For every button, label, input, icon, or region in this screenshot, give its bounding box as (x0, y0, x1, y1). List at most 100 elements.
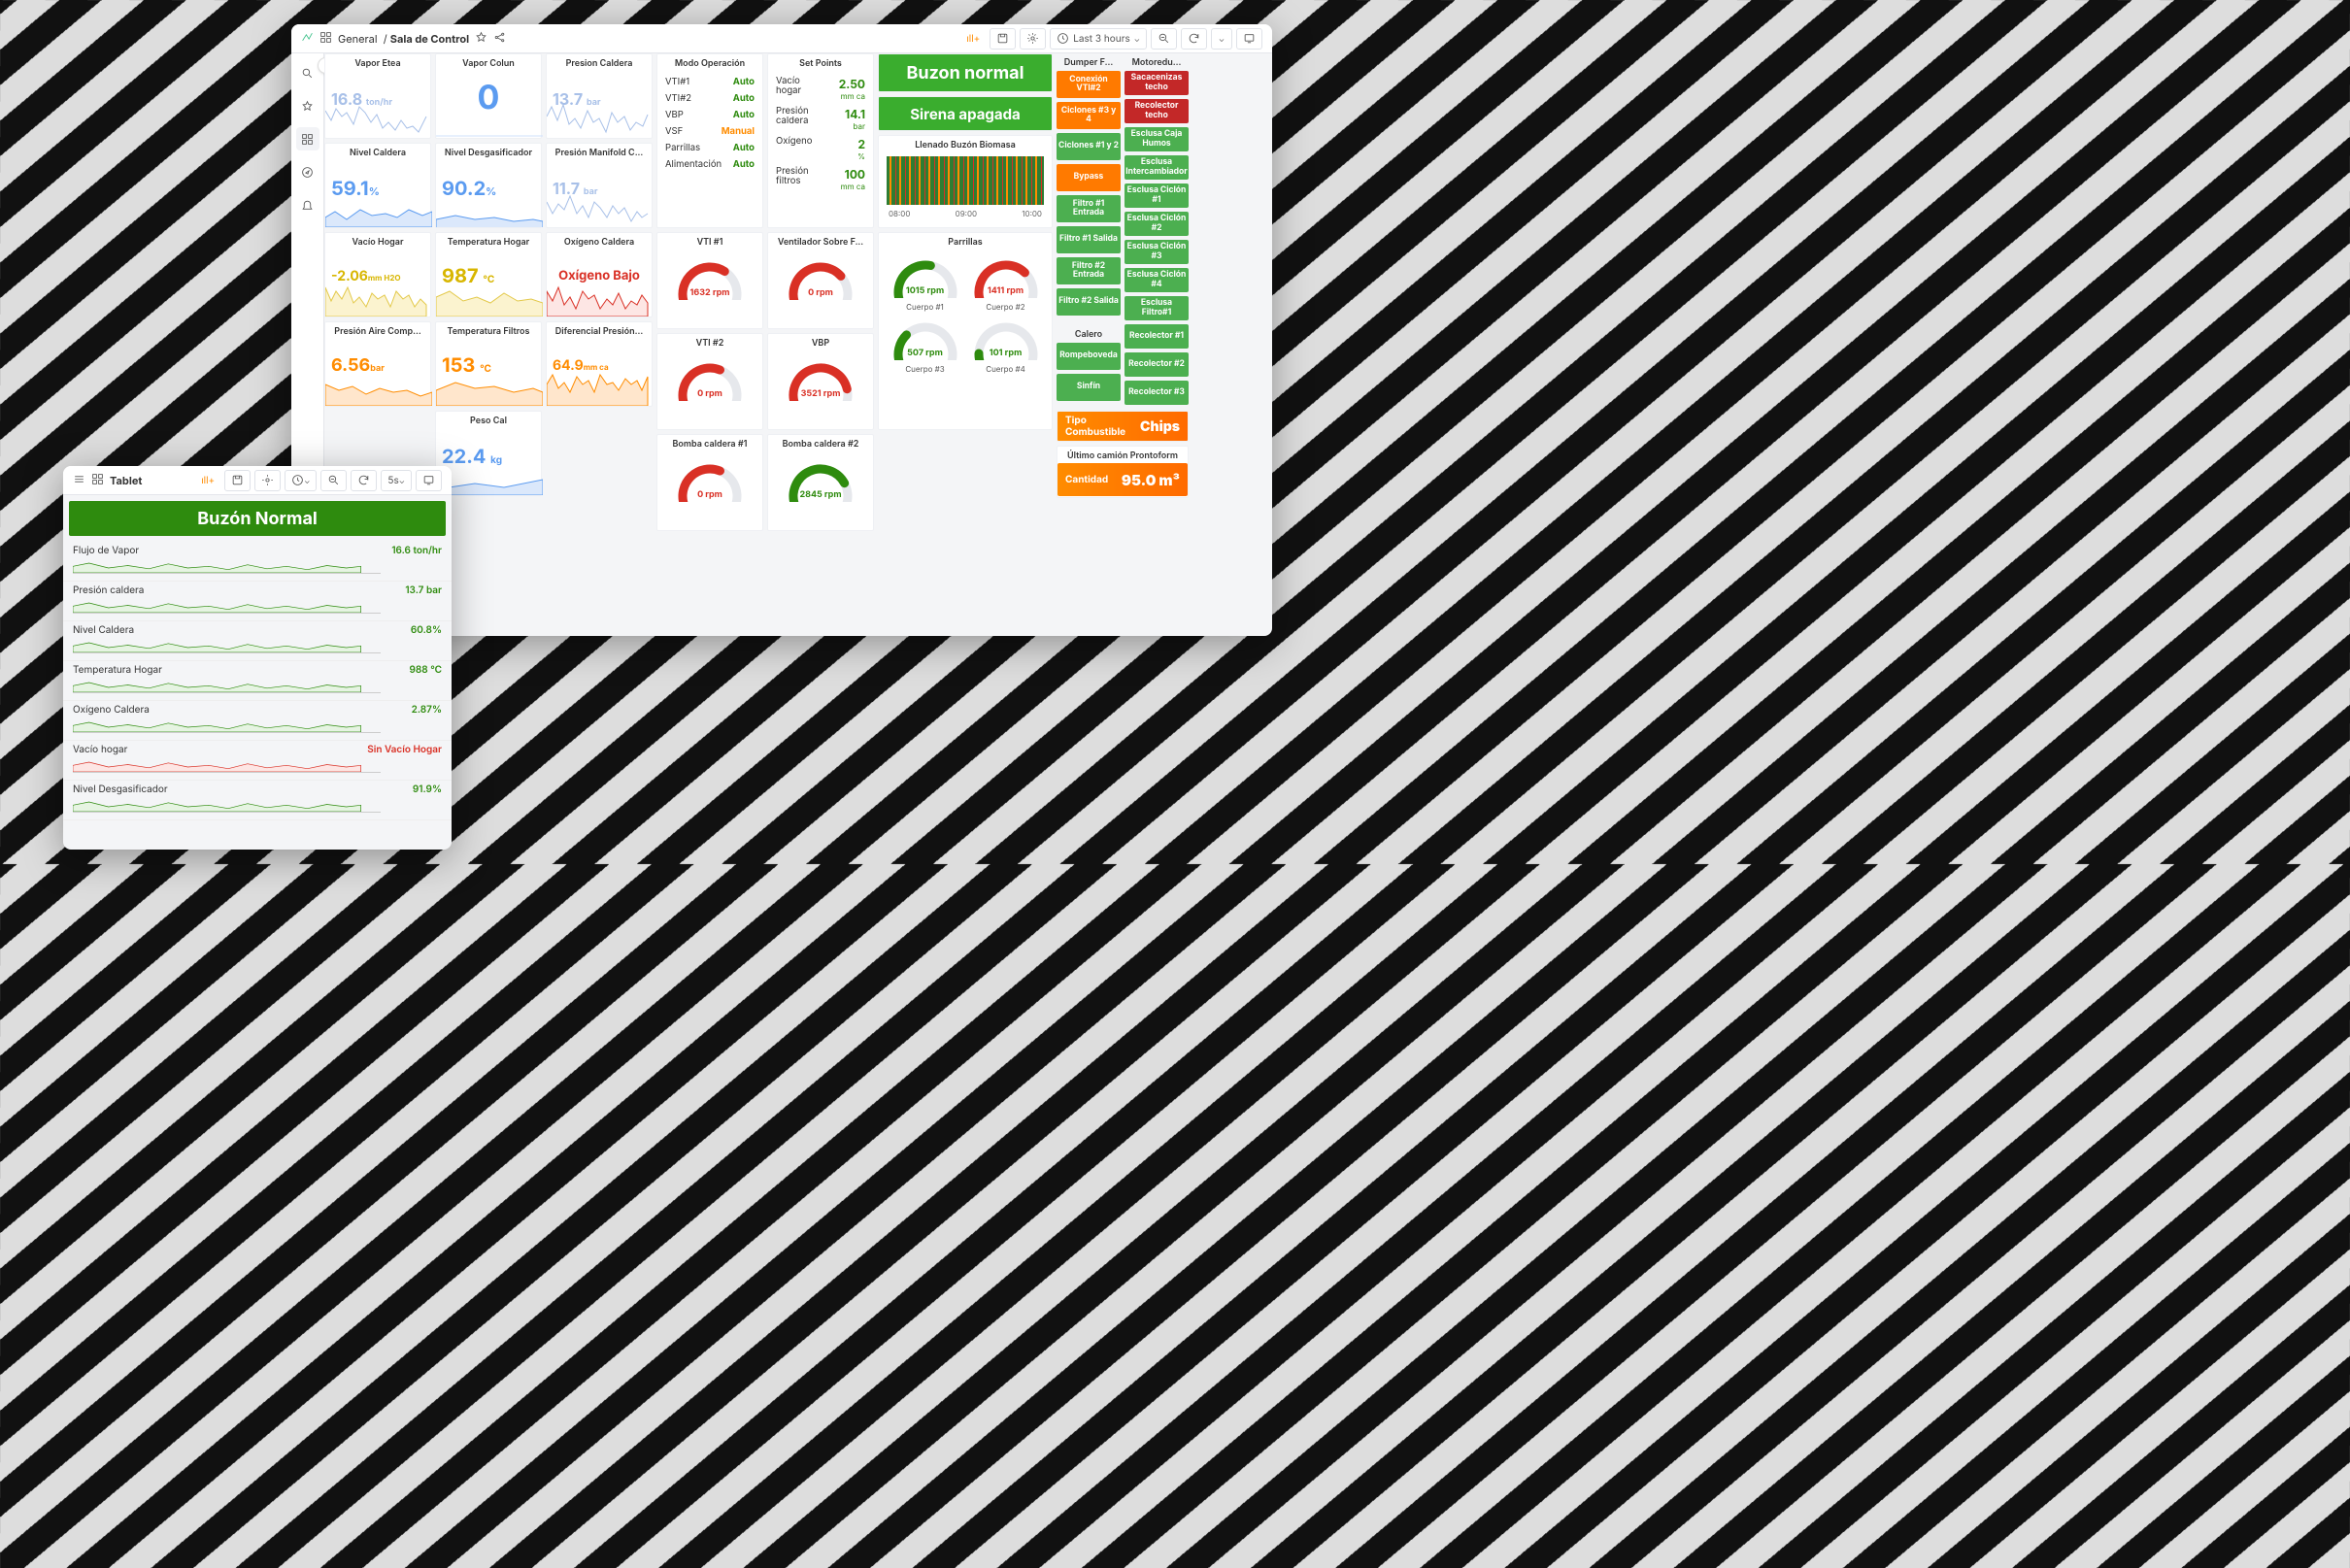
status-tile[interactable]: Filtro #1 Salida (1057, 226, 1121, 253)
panel-diferencial-presion[interactable]: Diferencial Presión... 64.9mm ca (546, 321, 653, 407)
nav-alerting-icon[interactable] (296, 193, 319, 217)
panel-title: Nivel Desgasificador (436, 144, 541, 160)
panel-gauge-vti2[interactable]: VTI #2 0 rpm (656, 333, 763, 430)
panel-presion-aire[interactable]: Presión Aire Comp... 6.56bar (324, 321, 431, 407)
kiosk-icon[interactable] (1236, 28, 1262, 50)
status-tile[interactable]: Rompeboveda (1057, 343, 1121, 370)
status-tile[interactable]: Conexión VTI#2 (1057, 71, 1121, 98)
panel-parrillas[interactable]: Parrillas 1015 rpmCuerpo #11411 rpmCuerp… (878, 232, 1053, 430)
panel-title: Presion Caldera (547, 54, 652, 71)
panel-title: Vacío Hogar (325, 233, 430, 250)
biomasa-heatmap (887, 156, 1044, 205)
modo-row: VTI#1Auto (665, 74, 755, 90)
status-tile[interactable]: Ciclones #3 y 4 (1057, 102, 1121, 129)
status-tile[interactable]: Recolector #3 (1125, 381, 1189, 405)
status-tile[interactable]: Sinfín (1057, 374, 1121, 401)
breadcrumb[interactable]: General / Sala de Control (338, 32, 469, 46)
tablet-metric-row[interactable]: Nivel Caldera60.8% (63, 621, 452, 661)
time-picker[interactable]: Last 3 hours ⌄ (1050, 28, 1147, 50)
tablet-metric-row[interactable]: Presión caldera13.7 bar (63, 582, 452, 621)
zoom-out-icon[interactable] (320, 470, 347, 491)
panel-temp-hogar[interactable]: Temperatura Hogar 987 °C (435, 232, 542, 317)
status-tile[interactable]: Recolector #2 (1125, 352, 1189, 377)
status-tile[interactable]: Filtro #2 Entrada (1057, 257, 1121, 284)
refresh-interval[interactable]: 5s ⌄ (381, 470, 412, 491)
panel-nivel-desgasificador[interactable]: Nivel Desgasificador 90.2% (435, 143, 542, 228)
tablet-breadcrumb[interactable]: Tablet (110, 474, 142, 487)
time-picker[interactable]: ⌄ (285, 470, 317, 491)
panel-title: Presión Aire Comp... (325, 322, 430, 339)
status-tile[interactable]: Esclusa Ciclón #1 (1125, 183, 1189, 208)
gauge: 1632 rpm (675, 255, 745, 300)
status-tile[interactable]: Esclusa Ciclón #3 (1125, 240, 1189, 264)
status-tile[interactable]: Filtro #2 Salida (1057, 288, 1121, 316)
tablet-metrics-list: Flujo de Vapor16.6 ton/hrPresión caldera… (63, 542, 452, 820)
panel-gauge-vsf[interactable]: Ventilador Sobre F... 0 rpm (767, 232, 874, 329)
modo-row: ParrillasAuto (665, 140, 755, 156)
dashboard-grid-icon[interactable] (319, 31, 332, 47)
refresh-icon[interactable] (351, 470, 377, 491)
status-tile[interactable]: Esclusa Intercambiador (1125, 155, 1189, 180)
star-icon[interactable] (475, 31, 487, 47)
panel-vacio-hogar[interactable]: Vacío Hogar -2.06mm H2O (324, 232, 431, 317)
panel-vapor-colun[interactable]: Vapor Colun 0 (435, 53, 542, 139)
save-icon[interactable] (990, 28, 1016, 50)
setpoint-row: Presión filtros100mm ca (776, 164, 865, 194)
nav-dashboards-icon[interactable] (296, 127, 319, 150)
zoom-out-icon[interactable] (1151, 28, 1177, 50)
stat-value: 90.2% (442, 177, 535, 200)
nav-starred-icon[interactable] (296, 94, 319, 117)
status-tile[interactable]: Bypass (1057, 164, 1121, 191)
panel-dumper: Dumper F... (1057, 53, 1121, 67)
add-panel-icon[interactable]: ıll+ (195, 470, 220, 491)
refresh-icon[interactable] (1181, 28, 1207, 50)
stat-value: 153 °C (442, 353, 535, 377)
status-tile[interactable]: Esclusa Filtro#1 (1125, 296, 1189, 320)
nav-explore-icon[interactable] (296, 160, 319, 183)
panel-gauge-vti1[interactable]: VTI #1 1632 rpm (656, 232, 763, 329)
tablet-metric-row[interactable]: Vacío hogarSin Vacío Hogar (63, 741, 452, 781)
panel-modo-operacion[interactable]: Modo Operación VTI#1AutoVTI#2AutoVBPAuto… (656, 53, 763, 228)
settings-icon[interactable] (1020, 28, 1046, 50)
main-toolbar: General / Sala de Control ıll+ Last 3 ho… (291, 24, 1272, 53)
status-tile[interactable]: Recolector techo (1125, 99, 1189, 123)
panel-gauge-vbp[interactable]: VBP 3521 rpm (767, 333, 874, 430)
stat-value: 11.7 bar (553, 179, 646, 198)
tablet-metric-row[interactable]: Flujo de Vapor16.6 ton/hr (63, 542, 452, 582)
dashboard-grid-icon[interactable] (91, 473, 104, 488)
panel-vapor-etea[interactable]: Vapor Etea 16.8 ton/hr (324, 53, 431, 139)
status-tile[interactable]: Esclusa Caja Humos (1125, 127, 1189, 151)
panel-title: Motoredu... (1125, 53, 1189, 70)
panel-biomasa[interactable]: Llenado Buzón Biomasa 08:0009:0010:00 (878, 135, 1053, 228)
panel-presion-caldera[interactable]: Presion Caldera 13.7 bar (546, 53, 653, 139)
panel-title: Vapor Colun (436, 54, 541, 71)
panel-set-points[interactable]: Set Points Vacío hogar2.50mm caPresión c… (767, 53, 874, 228)
status-tile[interactable]: Esclusa Ciclón #2 (1125, 212, 1189, 236)
tipo-combustible: Tipo Combustible Chips (1057, 411, 1189, 442)
settings-icon[interactable] (254, 470, 281, 491)
status-tile[interactable]: Filtro #1 Entrada (1057, 195, 1121, 222)
panel-temp-filtros[interactable]: Temperatura Filtros 153 °C (435, 321, 542, 407)
share-icon[interactable] (493, 31, 506, 47)
tablet-metric-row[interactable]: Nivel Desgasificador91.9% (63, 781, 452, 820)
panel-gauge-bc1[interactable]: Bomba caldera #1 0 rpm (656, 434, 763, 531)
status-tile[interactable]: Esclusa Ciclón #4 (1125, 268, 1189, 292)
status-tile[interactable]: Recolector #1 (1125, 324, 1189, 349)
kiosk-icon[interactable] (416, 470, 442, 491)
logo-icon[interactable] (301, 31, 314, 47)
add-panel-icon[interactable]: ıll+ (960, 28, 986, 50)
status-tile[interactable]: Sacacenizas techo (1125, 71, 1189, 95)
save-icon[interactable] (224, 470, 251, 491)
panel-oxigeno-caldera[interactable]: Oxígeno Caldera Oxígeno Bajo (546, 232, 653, 317)
tablet-metric-row[interactable]: Oxígeno Caldera2.87% (63, 701, 452, 741)
stat-value: 13.7 bar (553, 89, 646, 109)
status-tile[interactable]: Ciclones #1 y 2 (1057, 133, 1121, 160)
panel-gauge-bc2[interactable]: Bomba caldera #2 2845 rpm (767, 434, 874, 531)
menu-icon[interactable] (73, 473, 85, 488)
nav-search-icon[interactable] (296, 61, 319, 84)
panel-presion-manifold[interactable]: Presión Manifold C... 11.7 bar (546, 143, 653, 228)
refresh-dropdown[interactable]: ⌄ (1211, 28, 1232, 50)
setpoint-list: Vacío hogar2.50mm caPresión caldera14.1b… (768, 71, 873, 197)
tablet-metric-row[interactable]: Temperatura Hogar988 °C (63, 661, 452, 701)
panel-nivel-caldera[interactable]: Nivel Caldera 59.1% (324, 143, 431, 228)
